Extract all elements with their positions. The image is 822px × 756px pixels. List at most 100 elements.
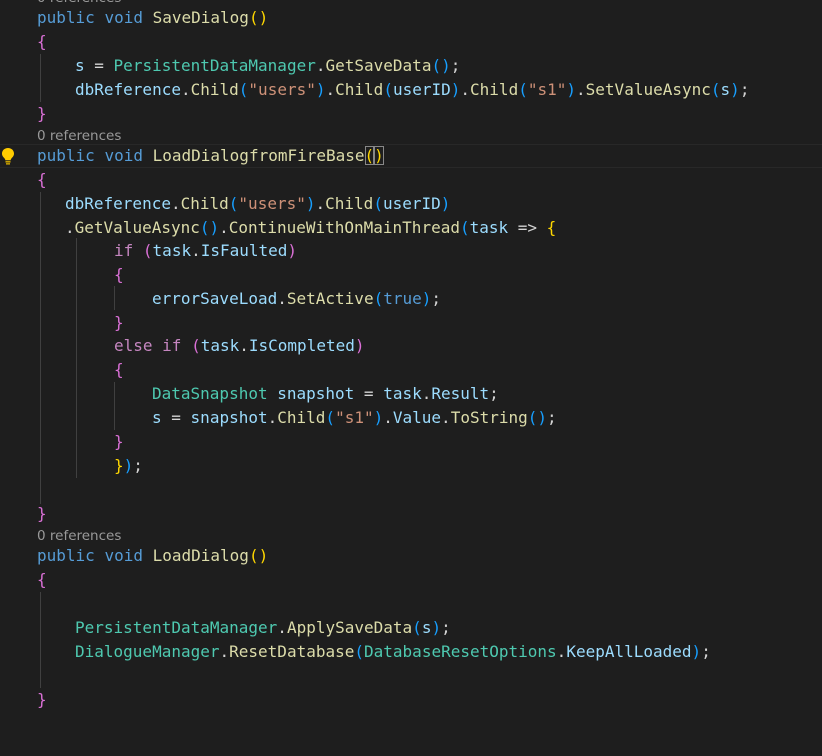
method-call: Child bbox=[180, 194, 229, 213]
method-call: ApplySaveData bbox=[286, 618, 413, 637]
identifier: s bbox=[421, 618, 432, 637]
code-line-5: } bbox=[0, 102, 822, 126]
method-name: SaveDialog bbox=[152, 8, 249, 27]
property: IsCompleted bbox=[248, 336, 355, 355]
close-brace: } bbox=[114, 313, 124, 332]
string-literal: "s1" bbox=[335, 408, 374, 427]
code-line-6: public void LoadDialogfromFireBase() bbox=[0, 144, 822, 168]
identifier: dbReference bbox=[65, 194, 171, 213]
property: KeepAllLoaded bbox=[566, 642, 692, 661]
paren: () bbox=[248, 546, 269, 565]
close-brace: } bbox=[37, 690, 47, 709]
method-call: SetValueAsync bbox=[585, 80, 711, 99]
property: IsFaulted bbox=[200, 241, 288, 260]
identifier: snapshot bbox=[277, 384, 355, 403]
paren: () bbox=[248, 8, 269, 27]
property: Value bbox=[392, 408, 442, 427]
code-line-8: dbReference.Child("users").Child(userID) bbox=[65, 194, 451, 213]
identifier: userID bbox=[382, 194, 441, 213]
keyword: void bbox=[104, 546, 143, 565]
method-call: ToString bbox=[450, 408, 528, 427]
code-line-22: { bbox=[0, 568, 822, 592]
method-name: LoadDialog bbox=[152, 546, 249, 565]
code-line-18: } bbox=[0, 430, 822, 454]
identifier: task bbox=[152, 241, 192, 260]
code-line-19: }); bbox=[114, 456, 143, 475]
code-line-4: dbReference.Child("users").Child(userID)… bbox=[75, 80, 750, 99]
string-literal: "s1" bbox=[527, 80, 567, 99]
keyword: if bbox=[114, 241, 134, 260]
keyword: public bbox=[37, 8, 95, 27]
keyword: public bbox=[37, 146, 95, 165]
operator: = bbox=[84, 56, 114, 75]
code-line-14: else if (task.IsCompleted) bbox=[114, 336, 365, 355]
code-line-11: { bbox=[0, 263, 822, 287]
matched-paren: ) bbox=[374, 146, 384, 165]
method-call: Child bbox=[470, 80, 519, 99]
method-call: ContinueWithOnMainThread bbox=[228, 218, 460, 237]
type-name: DataSnapshot bbox=[152, 384, 268, 403]
identifier: s bbox=[75, 56, 85, 75]
method-call: GetValueAsync bbox=[74, 218, 200, 237]
codelens-references-loaddialog[interactable]: 0 references bbox=[37, 526, 121, 546]
code-line-24: DialogueManager.ResetDatabase(DatabaseRe… bbox=[75, 642, 711, 661]
identifier: errorSaveLoad bbox=[152, 289, 278, 308]
type-name: DialogueManager bbox=[75, 642, 220, 661]
identifier: s bbox=[152, 408, 162, 427]
method-call: Child bbox=[325, 194, 374, 213]
codelens-references-loaddialogfromfirebase[interactable]: 0 references bbox=[37, 126, 121, 146]
identifier: task bbox=[200, 336, 240, 355]
code-line-25: } bbox=[0, 688, 822, 712]
identifier: userID bbox=[392, 80, 451, 99]
open-brace: { bbox=[37, 570, 47, 589]
type-name: PersistentDataManager bbox=[75, 618, 278, 637]
code-line-23: PersistentDataManager.ApplySaveData(s); bbox=[75, 618, 451, 637]
code-line-21: public void LoadDialog() bbox=[0, 544, 822, 568]
code-line-2: { bbox=[0, 30, 822, 54]
identifier: task bbox=[469, 218, 509, 237]
keyword: true bbox=[383, 289, 422, 308]
close-brace: } bbox=[37, 504, 47, 523]
method-call: Child bbox=[277, 408, 326, 427]
code-line-20: } bbox=[0, 502, 822, 526]
open-brace: { bbox=[37, 170, 47, 189]
identifier: task bbox=[383, 384, 422, 403]
operator: = bbox=[161, 408, 191, 427]
identifier: dbReference bbox=[75, 80, 181, 99]
method-call: GetSaveData bbox=[325, 56, 432, 75]
method-name: LoadDialogfromFireBase bbox=[152, 146, 365, 165]
code-line-17: s = snapshot.Child("s1").Value.ToString(… bbox=[152, 408, 557, 427]
method-call: ResetDatabase bbox=[229, 642, 355, 661]
code-editor[interactable]: 0 references public void SaveDialog() { … bbox=[0, 0, 822, 756]
code-line-3: s = PersistentDataManager.GetSaveData(); bbox=[75, 56, 461, 75]
type-name: DatabaseResetOptions bbox=[364, 642, 557, 661]
string-literal: "users" bbox=[248, 80, 316, 99]
property: Result bbox=[431, 384, 490, 403]
type-name: PersistentDataManager bbox=[113, 56, 316, 75]
string-literal: "users" bbox=[238, 194, 306, 213]
code-line-10: if (task.IsFaulted) bbox=[114, 241, 298, 260]
keyword: void bbox=[104, 146, 143, 165]
code-line-7: { bbox=[0, 168, 822, 192]
identifier: s bbox=[720, 80, 731, 99]
open-brace: { bbox=[114, 360, 124, 379]
keyword: public bbox=[37, 546, 95, 565]
operator: = bbox=[354, 384, 384, 403]
method-call: SetActive bbox=[286, 289, 374, 308]
keyword: else bbox=[114, 336, 153, 355]
close-brace: } bbox=[37, 104, 47, 123]
code-line-12: errorSaveLoad.SetActive(true); bbox=[152, 289, 442, 308]
code-line-16: DataSnapshot snapshot = task.Result; bbox=[152, 384, 499, 403]
operator: => bbox=[508, 218, 547, 237]
code-line-13: } bbox=[0, 311, 822, 335]
identifier: snapshot bbox=[190, 408, 268, 427]
open-brace: { bbox=[114, 265, 124, 284]
code-line-15: { bbox=[0, 358, 822, 382]
open-brace: { bbox=[37, 32, 47, 51]
keyword: if bbox=[162, 336, 182, 355]
close-brace: } bbox=[114, 432, 124, 451]
code-line-9: .GetValueAsync().ContinueWithOnMainThrea… bbox=[65, 218, 557, 237]
method-call: Child bbox=[190, 80, 239, 99]
matched-paren: ( bbox=[364, 146, 375, 165]
keyword: void bbox=[104, 8, 143, 27]
